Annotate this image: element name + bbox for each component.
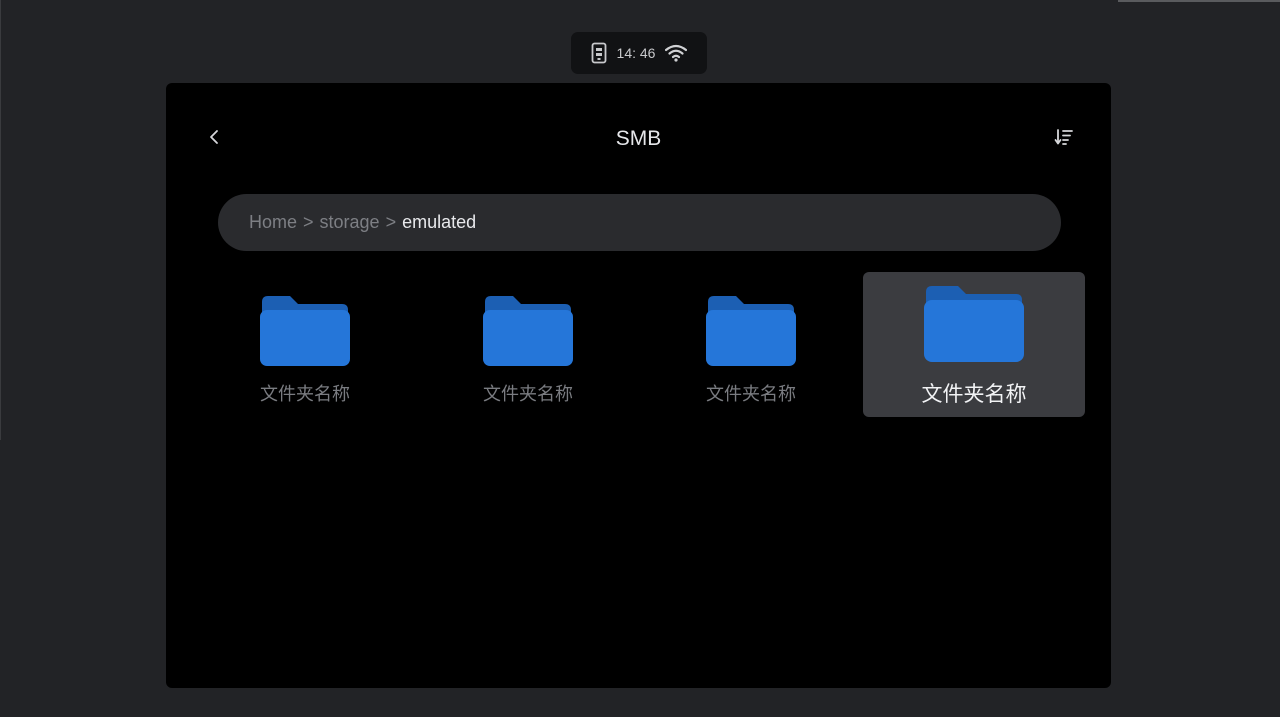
phone-icon [591,42,607,64]
file-browser-panel: SMB Home > storage > emulated 文件夹名称 文件夹名… [166,83,1111,688]
sort-icon [1054,127,1074,152]
window-edge-left [0,0,1,440]
breadcrumb: Home > storage > emulated [218,194,1061,251]
breadcrumb-separator: > [303,212,314,232]
status-time: 14: 46 [616,45,656,61]
folder-item[interactable]: 文件夹名称 [640,272,862,417]
folder-label: 文件夹名称 [483,384,573,404]
folder-item-selected[interactable]: 文件夹名称 [863,272,1085,417]
folder-item[interactable]: 文件夹名称 [417,272,639,417]
folder-icon [704,292,798,375]
breadcrumb-item-storage[interactable]: storage [320,212,380,233]
folder-label: 文件夹名称 [921,383,1027,406]
folder-label: 文件夹名称 [260,384,350,404]
breadcrumb-item-home[interactable]: Home [249,212,297,233]
folder-item[interactable]: 文件夹名称 [194,272,416,417]
folder-icon [258,292,352,375]
breadcrumb-separator: > [385,212,397,232]
folder-label: 文件夹名称 [706,384,796,404]
window-edge [1118,0,1280,2]
folder-icon [481,292,575,375]
sort-button[interactable] [1050,125,1078,153]
folder-icon [922,282,1026,371]
page-title: SMB [615,127,662,150]
status-bar: 14: 46 [571,32,707,74]
breadcrumb-item-emulated[interactable]: emulated [402,212,476,233]
wifi-icon [665,44,688,62]
